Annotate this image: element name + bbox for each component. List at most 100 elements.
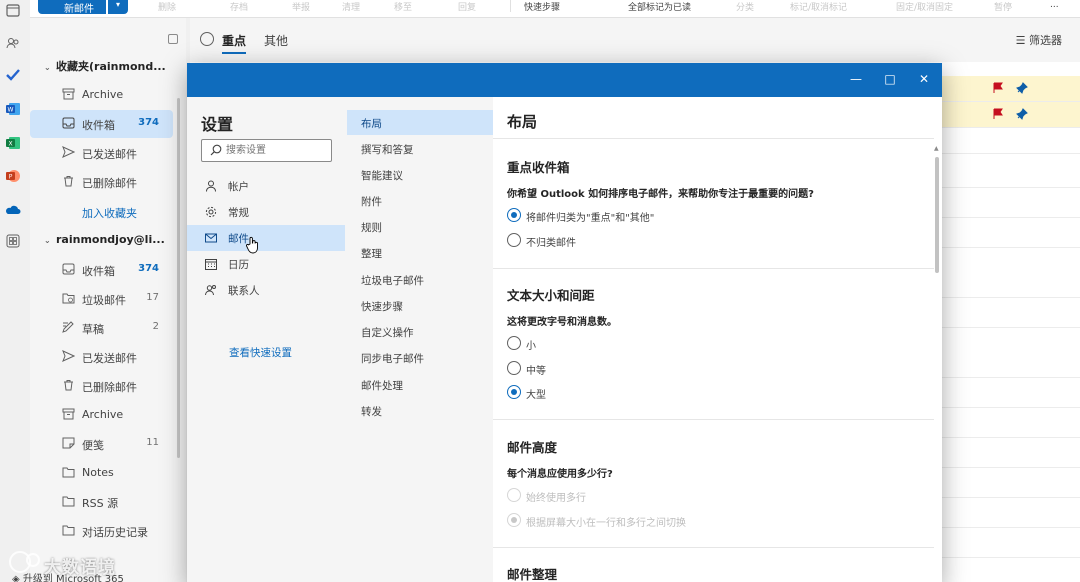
subnav-smart-suggestions[interactable]: 智能建议	[347, 162, 493, 187]
toolbar-report[interactable]: 举报	[292, 0, 310, 14]
radio-button[interactable]	[507, 233, 521, 247]
folder-item-rss[interactable]: RSS 源	[30, 488, 173, 516]
subnav-message-handling[interactable]: 邮件处理	[347, 372, 493, 397]
subnav-rules[interactable]: 规则	[347, 214, 493, 239]
radio-button[interactable]	[507, 208, 521, 222]
tab-other[interactable]: 其他	[264, 32, 288, 49]
mail-icon	[205, 233, 217, 243]
settings-nav-calendar[interactable]: 日历	[187, 251, 345, 277]
folder-item-sent[interactable]: 已发送邮件	[30, 139, 173, 167]
subnav-forwarding[interactable]: 转发	[347, 398, 493, 423]
scroll-thumb[interactable]	[935, 157, 939, 273]
radio-button[interactable]	[507, 488, 521, 502]
subnav-quick-steps[interactable]: 快速步骤	[347, 293, 493, 318]
message-row[interactable]	[940, 102, 1080, 128]
select-all-checkbox[interactable]	[200, 32, 214, 46]
toolbar-quick-steps[interactable]: 快速步骤	[524, 0, 560, 14]
flag-icon[interactable]	[992, 108, 1004, 120]
calendar-app-icon[interactable]	[5, 2, 21, 18]
subnav-sync-email[interactable]: 同步电子邮件	[347, 345, 493, 370]
message-row[interactable]	[940, 352, 1080, 378]
radio-button[interactable]	[507, 385, 521, 399]
new-mail-dropdown-button[interactable]: ▾	[108, 0, 128, 14]
folder-item-deleted[interactable]: 已删除邮件	[30, 168, 173, 196]
message-row[interactable]	[940, 162, 1080, 188]
tab-underline	[222, 52, 246, 54]
folder-item-drafts[interactable]: 草稿 2	[30, 314, 173, 342]
message-row[interactable]	[940, 128, 1080, 154]
message-row[interactable]	[940, 412, 1080, 438]
message-row[interactable]	[940, 472, 1080, 498]
minimize-button[interactable]: —	[849, 72, 863, 86]
subnav-junk-email[interactable]: 垃圾电子邮件	[347, 267, 493, 292]
word-app-icon[interactable]: W	[5, 101, 21, 117]
pin-icon[interactable]	[1016, 82, 1028, 94]
subnav-layout[interactable]: 布局	[347, 110, 493, 135]
folder-pane-scrollbar[interactable]	[177, 98, 180, 458]
settings-nav-account[interactable]: 帐户	[187, 173, 345, 199]
scroll-up-icon[interactable]: ▲	[934, 145, 940, 152]
toolbar-archive[interactable]: 存档	[230, 0, 248, 14]
add-to-favorites-link[interactable]: 加入收藏夹	[82, 205, 137, 221]
new-mail-button[interactable]: 新邮件	[38, 0, 106, 15]
message-row[interactable]	[940, 222, 1080, 248]
toolbar-reply[interactable]: 回复	[458, 0, 476, 14]
subnav-attachments[interactable]: 附件	[347, 188, 493, 213]
toolbar-snooze[interactable]: 暂停	[994, 0, 1012, 14]
message-row[interactable]	[940, 76, 1080, 102]
pin-icon[interactable]	[1016, 108, 1028, 120]
excel-app-icon[interactable]: X	[5, 135, 21, 151]
toolbar-flag[interactable]: 标记/取消标记	[790, 0, 847, 14]
tab-focused[interactable]: 重点	[222, 32, 246, 49]
people-app-icon[interactable]	[5, 35, 21, 51]
folder-item-junk[interactable]: 垃圾邮件 17	[30, 285, 173, 313]
more-apps-icon[interactable]	[5, 233, 21, 249]
folder-item-deleted-account[interactable]: 已删除邮件	[30, 372, 173, 400]
subnav-sweep[interactable]: 整理	[347, 240, 493, 265]
toolbar-more-button[interactable]: ...	[1050, 0, 1059, 14]
flag-icon[interactable]	[992, 82, 1004, 94]
subnav-customize-actions[interactable]: 自定义操作	[347, 319, 493, 344]
folder-item-sent-account[interactable]: 已发送邮件	[30, 343, 173, 371]
todo-app-icon[interactable]	[5, 67, 21, 83]
message-row[interactable]	[940, 382, 1080, 408]
folder-item-archive-account[interactable]: Archive	[30, 401, 173, 429]
settings-nav-mail[interactable]: 邮件	[187, 225, 345, 251]
settings-nav-people[interactable]: 联系人	[187, 277, 345, 303]
toolbar-categorize[interactable]: 分类	[736, 0, 754, 14]
message-row[interactable]	[940, 502, 1080, 528]
settings-search-input[interactable]	[226, 143, 326, 158]
folder-item-notes[interactable]: Notes	[30, 459, 173, 487]
message-row[interactable]	[940, 192, 1080, 218]
settings-search-box[interactable]	[201, 139, 332, 162]
toolbar-mark-all-read[interactable]: 全部标记为已读	[628, 0, 691, 14]
folder-item-notes-cn[interactable]: 便笺 11	[30, 430, 173, 458]
message-row[interactable]	[940, 532, 1080, 558]
radio-button[interactable]	[507, 336, 521, 350]
folder-item-inbox-favorite[interactable]: 收件箱 374	[30, 110, 173, 138]
folder-item-conversation-history[interactable]: 对话历史记录	[30, 517, 173, 545]
close-button[interactable]: ✕	[917, 72, 931, 86]
panel-scrollbar[interactable]: ▲	[934, 145, 940, 581]
filter-button[interactable]: ☰ 筛选器	[1016, 32, 1062, 48]
favorites-header[interactable]: ⌄ 收藏夹(rainmond...	[44, 58, 166, 74]
toolbar-delete[interactable]: 删除	[158, 0, 176, 14]
powerpoint-app-icon[interactable]: P	[5, 168, 21, 184]
toolbar-pin[interactable]: 固定/取消固定	[896, 0, 953, 14]
folder-item-archive[interactable]: Archive	[30, 81, 173, 109]
folder-item-inbox[interactable]: 收件箱 374	[30, 256, 173, 284]
radio-button[interactable]	[507, 361, 521, 375]
subnav-compose-reply[interactable]: 撰写和答复	[347, 136, 493, 161]
toolbar-sweep[interactable]: 清理	[342, 0, 360, 14]
message-row[interactable]	[940, 272, 1080, 298]
onedrive-app-icon[interactable]	[5, 202, 21, 218]
message-row[interactable]	[940, 442, 1080, 468]
message-row[interactable]	[940, 302, 1080, 328]
view-quick-settings-link[interactable]: 查看快速设置	[229, 345, 292, 360]
maximize-button[interactable]: □	[883, 72, 897, 86]
radio-button[interactable]	[507, 513, 521, 527]
settings-nav-general[interactable]: 常规	[187, 199, 345, 225]
account-header[interactable]: ⌄ rainmondjoy@li...	[44, 233, 165, 246]
collapse-pane-icon[interactable]	[168, 34, 178, 44]
toolbar-move[interactable]: 移至	[394, 0, 412, 14]
